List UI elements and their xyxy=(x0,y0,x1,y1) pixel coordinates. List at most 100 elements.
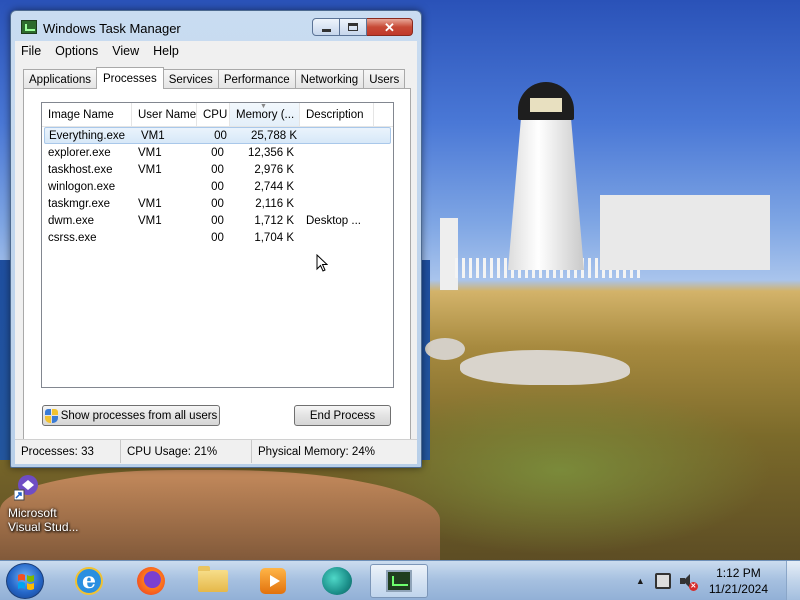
show-all-users-button[interactable]: Show processes from all users xyxy=(42,405,220,426)
process-image-name: csrss.exe xyxy=(48,231,97,244)
mouse-cursor-icon xyxy=(316,254,328,272)
process-memory: 12,356 K xyxy=(247,146,294,159)
process-memory: 2,116 K xyxy=(255,197,294,210)
wallpaper-chimney xyxy=(440,218,458,290)
process-cpu: 00 xyxy=(211,163,224,176)
folder-icon xyxy=(198,566,228,592)
title-bar[interactable]: Windows Task Manager ✕ xyxy=(11,11,421,41)
end-process-button[interactable]: End Process xyxy=(294,405,391,426)
process-description: Desktop ... xyxy=(306,214,361,227)
maximize-icon xyxy=(348,23,358,31)
process-row[interactable]: Everything.exe VM1 00 25,788 K xyxy=(44,127,391,144)
process-row[interactable]: taskhost.exe VM1 00 2,976 K xyxy=(42,161,393,178)
process-row[interactable]: dwm.exe VM1 00 1,712 K Desktop ... xyxy=(42,212,393,229)
process-row[interactable]: csrss.exe 00 1,704 K xyxy=(42,229,393,246)
minimize-button[interactable] xyxy=(312,18,340,36)
uac-shield-icon xyxy=(44,408,58,423)
network-icon[interactable] xyxy=(654,573,671,589)
taskbar-internet-explorer[interactable]: e xyxy=(64,564,114,598)
process-user-name: VM1 xyxy=(141,129,165,142)
process-image-name: dwm.exe xyxy=(48,214,95,227)
process-image-name: taskmgr.exe xyxy=(48,197,110,210)
show-desktop-button[interactable] xyxy=(786,561,800,600)
tab-performance[interactable]: Performance xyxy=(217,69,296,89)
process-user-name: VM1 xyxy=(138,146,162,159)
maximize-button[interactable] xyxy=(340,18,367,36)
taskbar-visual-studio[interactable] xyxy=(312,564,362,598)
clock-time: 1:12 PM xyxy=(716,566,761,580)
process-memory: 2,744 K xyxy=(254,180,294,193)
tab-processes[interactable]: Processes xyxy=(96,67,164,89)
taskbar-file-explorer[interactable] xyxy=(188,564,238,598)
process-memory: 2,976 K xyxy=(254,163,294,176)
status-bar: Processes: 33 CPU Usage: 21% Physical Me… xyxy=(15,439,417,463)
process-memory: 1,712 K xyxy=(254,214,294,227)
process-list-header: Image Name User Name CPU ▼ Memory (... D… xyxy=(42,103,393,127)
volume-muted-icon[interactable]: ✕ xyxy=(679,573,698,591)
sort-descending-icon: ▼ xyxy=(260,103,267,110)
clock-date: 11/21/2024 xyxy=(708,582,768,596)
wallpaper-boulder xyxy=(460,350,630,385)
system-tray: ▲ ✕ 1:12 PM 11/21/2024 xyxy=(636,561,800,600)
process-user-name: VM1 xyxy=(138,163,162,176)
process-memory: 25,788 K xyxy=(250,129,297,142)
window-client-area: Applications Processes Services Performa… xyxy=(15,61,417,464)
visual-studio-icon xyxy=(322,567,352,595)
menu-options[interactable]: Options xyxy=(55,44,98,58)
menu-file[interactable]: File xyxy=(21,44,41,58)
process-row[interactable]: taskmgr.exe VM1 00 2,116 K xyxy=(42,195,393,212)
process-rows: Everything.exe VM1 00 25,788 K explorer.exe V… xyxy=(42,127,393,246)
column-user-name[interactable]: User Name xyxy=(132,103,197,126)
taskbar-media-player[interactable] xyxy=(248,564,298,598)
column-description[interactable]: Description xyxy=(300,103,374,126)
taskbar: e ▲ ✕ 1:12 PM 11/21/2024 xyxy=(0,560,800,600)
tab-services[interactable]: Services xyxy=(162,69,219,89)
process-cpu: 00 xyxy=(211,180,224,193)
show-all-users-label: Show processes from all users xyxy=(60,409,218,422)
process-row[interactable]: winlogon.exe 00 2,744 K xyxy=(42,178,393,195)
tab-networking[interactable]: Networking xyxy=(294,69,365,89)
task-manager-icon xyxy=(21,20,37,34)
menu-bar: File Options View Help xyxy=(15,41,417,61)
column-image-name[interactable]: Image Name xyxy=(42,103,132,126)
window-title: Windows Task Manager xyxy=(43,21,181,36)
column-cpu[interactable]: CPU xyxy=(197,103,230,126)
wallpaper-house xyxy=(600,195,770,270)
visual-studio-shortcut-icon xyxy=(13,472,46,504)
menu-view[interactable]: View xyxy=(112,44,139,58)
column-memory-label: Memory (... xyxy=(236,108,295,121)
status-physical-memory: Physical Memory: 24% xyxy=(258,445,375,458)
media-player-icon xyxy=(260,568,286,594)
taskbar-firefox[interactable] xyxy=(126,564,176,598)
menu-help[interactable]: Help xyxy=(153,44,179,58)
tab-users[interactable]: Users xyxy=(363,69,406,89)
process-user-name: VM1 xyxy=(138,214,162,227)
process-image-name: explorer.exe xyxy=(48,146,111,159)
desktop-icon-label: Microsoft Visual Stud... xyxy=(8,506,79,534)
process-image-name: winlogon.exe xyxy=(48,180,116,193)
windows-logo-icon xyxy=(18,574,34,590)
start-button[interactable] xyxy=(6,563,44,599)
wallpaper-lighthouse-lantern xyxy=(518,82,574,120)
column-memory[interactable]: ▼ Memory (... xyxy=(230,103,300,126)
show-hidden-icons-icon[interactable]: ▲ xyxy=(636,576,645,586)
task-manager-window[interactable]: Windows Task Manager ✕ File Options View… xyxy=(10,10,422,468)
processes-panel: Image Name User Name CPU ▼ Memory (... D… xyxy=(23,88,411,442)
wallpaper-lighthouse xyxy=(508,110,584,270)
taskbar-task-manager[interactable] xyxy=(370,564,428,598)
desktop-icon-visual-studio[interactable]: Microsoft Visual Stud... xyxy=(4,472,80,534)
status-cpu-usage: CPU Usage: 21% xyxy=(121,440,252,463)
process-memory: 1,704 K xyxy=(254,231,294,244)
status-processes: Processes: 33 xyxy=(15,440,121,463)
process-user-name: VM1 xyxy=(138,197,162,210)
task-manager-icon xyxy=(386,570,412,592)
process-row[interactable]: explorer.exe VM1 00 12,356 K xyxy=(42,144,393,161)
process-list[interactable]: Image Name User Name CPU ▼ Memory (... D… xyxy=(41,102,394,388)
tab-applications[interactable]: Applications xyxy=(23,69,98,89)
internet-explorer-icon: e xyxy=(75,567,103,595)
close-button[interactable]: ✕ xyxy=(367,18,413,36)
firefox-icon xyxy=(137,567,165,595)
process-cpu: 00 xyxy=(211,197,224,210)
minimize-icon xyxy=(321,28,331,32)
clock[interactable]: 1:12 PM 11/21/2024 xyxy=(709,565,768,597)
